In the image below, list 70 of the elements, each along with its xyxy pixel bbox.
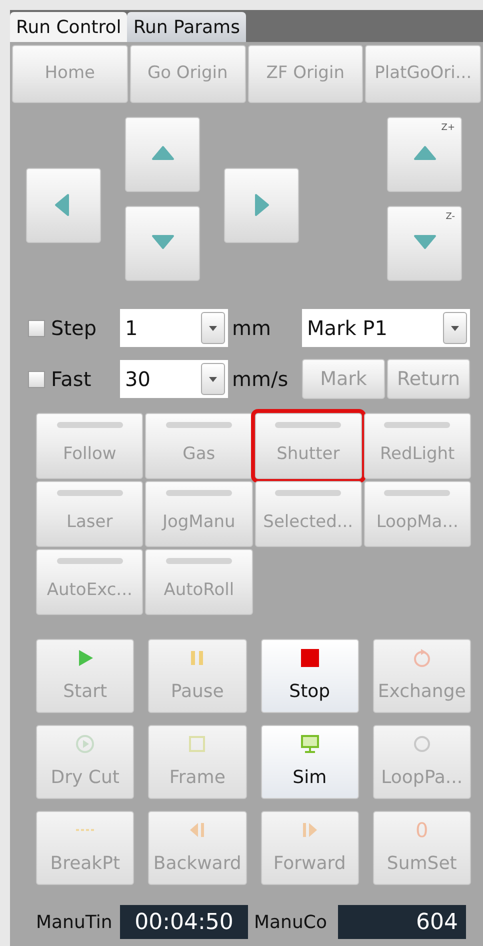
- indicator-bar: [275, 422, 342, 428]
- jog-right-button[interactable]: [224, 168, 299, 242]
- indicator-bar: [166, 558, 232, 564]
- action-button[interactable]: Forward: [260, 811, 359, 885]
- action-button[interactable]: BreakPt: [36, 811, 134, 885]
- toggle-button[interactable]: Laser: [36, 481, 144, 547]
- indicator-bar: [56, 558, 123, 564]
- indicator-bar: [56, 490, 123, 496]
- dropdown-caret-icon: [201, 363, 225, 395]
- presentation-board-icon: [300, 734, 320, 754]
- dropdown-caret-icon: [443, 312, 467, 344]
- checkbox-label: Fast: [51, 366, 92, 393]
- action-button[interactable]: Dry Cut: [36, 725, 134, 799]
- action-button[interactable]: LoopPa...: [372, 725, 471, 799]
- action-button[interactable]: Backward: [148, 811, 246, 885]
- indicator-bar: [275, 490, 342, 496]
- indicator-bar: [166, 422, 232, 428]
- checkbox[interactable]: [28, 370, 45, 388]
- action-button[interactable]: Frame: [148, 725, 246, 799]
- toggle-button[interactable]: Selected...: [254, 481, 362, 547]
- play-circle-icon: [75, 734, 96, 754]
- dropdown-caret-icon: [201, 312, 225, 344]
- toggle-button[interactable]: JogManu: [145, 481, 252, 547]
- indicator-bar: [166, 490, 232, 496]
- axis-label: Z+: [441, 122, 455, 135]
- indicator-bar: [56, 422, 123, 428]
- zero-glyph: 0: [416, 820, 428, 840]
- z-down-button[interactable]: Z-: [387, 206, 462, 281]
- toggle-button[interactable]: AutoExc...: [36, 549, 144, 615]
- mark-select[interactable]: Mark P1: [302, 309, 470, 347]
- action-button[interactable]: 0 SumSet: [372, 811, 471, 885]
- indicator-bar: [384, 422, 450, 428]
- action-button[interactable]: Exchange: [372, 639, 471, 713]
- z-up-button[interactable]: Z+: [387, 117, 462, 192]
- indicator-bar: [384, 490, 450, 496]
- checkbox[interactable]: [28, 320, 45, 336]
- action-button[interactable]: Sim: [260, 725, 359, 799]
- unit-label: mm/s: [232, 366, 290, 393]
- frame-icon: [187, 734, 208, 754]
- step-field[interactable]: 1: [120, 309, 228, 347]
- mark-button[interactable]: Mark: [302, 359, 385, 399]
- tab[interactable]: Run Control: [10, 12, 128, 42]
- origin-button[interactable]: ZF Origin: [248, 45, 364, 103]
- action-button[interactable]: Start: [36, 639, 134, 713]
- checkbox-label: Step: [51, 315, 97, 342]
- jog-left-button[interactable]: [26, 168, 101, 242]
- toggle-button[interactable]: Follow: [36, 413, 144, 479]
- origin-button[interactable]: PlatGoOri...: [365, 45, 481, 103]
- jog-down-button[interactable]: [125, 206, 200, 281]
- jog-up-button[interactable]: [125, 117, 200, 192]
- toggle-button[interactable]: RedLight: [364, 413, 471, 479]
- toggle-button[interactable]: Gas: [145, 413, 252, 479]
- action-button[interactable]: Stop: [260, 639, 359, 713]
- origin-button[interactable]: Go Origin: [130, 45, 246, 103]
- stop-icon: [300, 648, 320, 668]
- status-label: ManuTin: [36, 910, 114, 934]
- origin-button[interactable]: Home: [12, 45, 128, 103]
- status-label: ManuCo: [254, 910, 328, 934]
- status-value: 00:04:50: [120, 905, 248, 939]
- dashed-line-icon: [75, 829, 96, 831]
- toggle-button[interactable]: LoopMa...: [364, 481, 471, 547]
- status-value: 604: [338, 905, 466, 939]
- toggle-button[interactable]: AutoRoll: [145, 549, 252, 615]
- unit-label: mm: [232, 315, 272, 342]
- action-button[interactable]: Pause: [148, 639, 246, 713]
- loop-icon: [412, 734, 432, 754]
- mark-button[interactable]: Return: [387, 359, 470, 399]
- axis-label: Z-: [446, 211, 455, 224]
- speed-field[interactable]: 30: [120, 360, 228, 398]
- tab[interactable]: Run Params: [127, 12, 246, 42]
